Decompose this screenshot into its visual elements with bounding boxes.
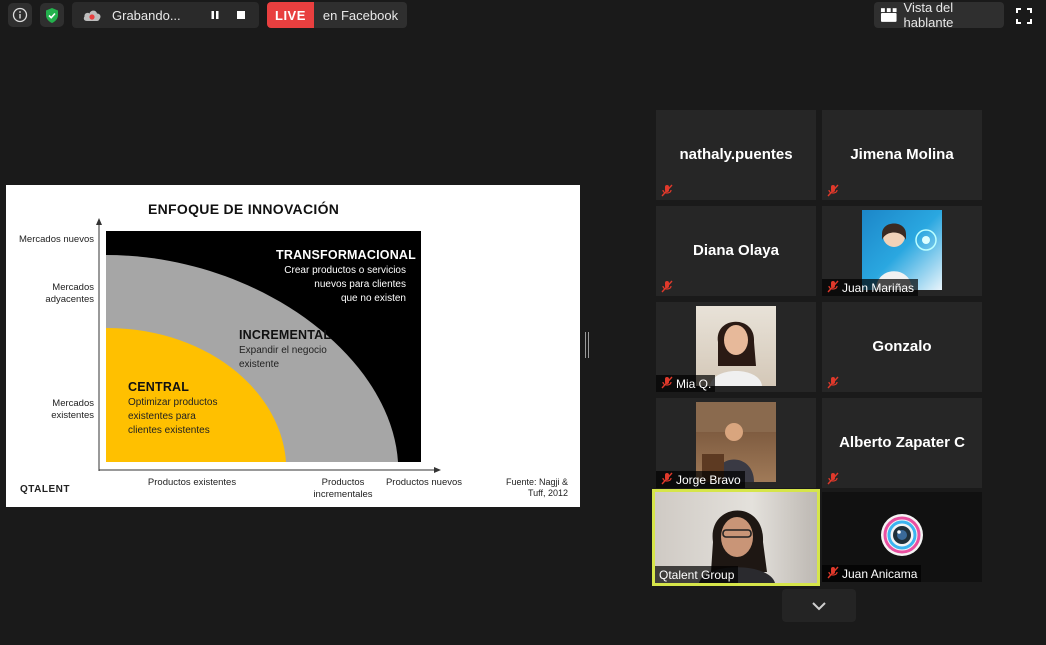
x-axis-arrow: [434, 467, 441, 473]
participant-name: Alberto Zapater C: [839, 434, 965, 451]
muted-mic-icon: [659, 374, 675, 390]
live-badge: LIVE: [267, 2, 314, 28]
slide-source: Fuente: Nagji & Tuff, 2012: [505, 477, 568, 498]
zone-title-central: CENTRAL: [128, 380, 190, 394]
speaker-view-button[interactable]: Vista del hablante: [874, 0, 1004, 30]
participant-tile[interactable]: Jorge Bravo: [656, 398, 816, 488]
pause-recording-button[interactable]: [202, 4, 228, 26]
muted-mic-icon: [825, 278, 841, 294]
participant-tile[interactable]: Juan Anicama: [822, 492, 982, 582]
shared-screen-slide: ENFOQUE DE INNOVACIÓN Mercados nuevos Me…: [6, 185, 580, 507]
live-stream-indicator[interactable]: LIVE en Facebook: [267, 2, 408, 28]
participant-name: Diana Olaya: [693, 242, 779, 259]
participant-tile[interactable]: Diana Olaya: [656, 206, 816, 296]
zone-title-transformacional: TRANSFORMACIONAL: [276, 248, 416, 262]
muted-mic-icon: [659, 278, 675, 294]
x-label-productos-nuevos: Productos nuevos: [385, 477, 463, 488]
participant-name: Gonzalo: [872, 338, 932, 355]
y-label-mercados-existentes: Mercados existentes: [51, 398, 94, 421]
avatar-picture: [696, 402, 776, 482]
meeting-info-button[interactable]: [8, 3, 32, 27]
zone-desc-transformacional: Crear productos o servicios nuevos para …: [284, 265, 406, 304]
muted-mic-icon: [825, 182, 841, 198]
zone-desc-incremental: Expandir el negocio existente: [239, 345, 327, 370]
fullscreen-button[interactable]: [1012, 4, 1036, 28]
participant-tile[interactable]: Gonzalo: [822, 302, 982, 392]
panel-resize-handle[interactable]: [585, 332, 589, 358]
view-grid-icon: [880, 8, 897, 22]
cloud-recording-icon: [72, 8, 112, 22]
zone-title-incremental: INCREMENTAL: [239, 328, 332, 342]
participant-tile[interactable]: Alberto Zapater C: [822, 398, 982, 488]
muted-mic-icon: [825, 374, 841, 390]
participant-name: nathaly.puentes: [679, 146, 793, 163]
speaker-view-label: Vista del hablante: [903, 0, 954, 30]
slide-title: ENFOQUE DE INNOVACIÓN: [148, 201, 340, 217]
muted-mic-icon: [659, 182, 675, 198]
avatar-picture: [710, 321, 762, 386]
participant-name: Jimena Molina: [850, 146, 954, 163]
avatar-picture: [876, 223, 937, 290]
x-label-productos-incrementales: Productos incrementales: [313, 477, 373, 500]
participant-name: Qtalent Group: [655, 566, 739, 583]
participant-video: [696, 402, 776, 482]
shield-check-icon: [46, 7, 58, 23]
participant-tile[interactable]: Juan Mariñas: [822, 206, 982, 296]
x-label-productos-existentes: Productos existentes: [147, 477, 237, 488]
muted-mic-icon: [825, 564, 841, 580]
pause-icon: [211, 11, 219, 19]
active-speaker-tile[interactable]: Qtalent Group: [652, 489, 820, 586]
slide-brand-logo: QTALENT: [20, 484, 70, 495]
participant-tile[interactable]: nathaly.puentes: [656, 110, 816, 200]
muted-mic-icon: [659, 470, 675, 486]
y-label-mercados-nuevos: Mercados nuevos: [19, 234, 94, 245]
y-label-mercados-adyacentes: Mercados adyacentes: [45, 282, 94, 305]
camera-logo-avatar: [880, 513, 924, 557]
participant-tile[interactable]: Jimena Molina: [822, 110, 982, 200]
gallery-next-page-button[interactable]: [782, 589, 856, 622]
info-icon: [12, 7, 28, 23]
stop-recording-button[interactable]: [228, 4, 254, 26]
participant-tile[interactable]: Mia Q.: [656, 302, 816, 392]
recording-label: Grabando...: [112, 7, 181, 23]
y-axis-arrow: [96, 218, 102, 225]
fullscreen-icon: [1016, 8, 1032, 24]
participant-video: [862, 210, 942, 290]
live-target-label: en Facebook: [313, 2, 408, 28]
zoom-meeting-window: Grabando... LIVE en Facebook Vista del h…: [0, 0, 1046, 645]
muted-mic-icon: [825, 470, 841, 486]
security-button[interactable]: [40, 3, 64, 27]
recording-indicator: Grabando...: [72, 2, 259, 28]
participant-video: [696, 306, 776, 386]
chevron-down-icon: [812, 601, 826, 610]
zone-desc-central: Optimizar productos existentes para clie…: [128, 397, 218, 436]
stop-icon: [237, 11, 245, 19]
